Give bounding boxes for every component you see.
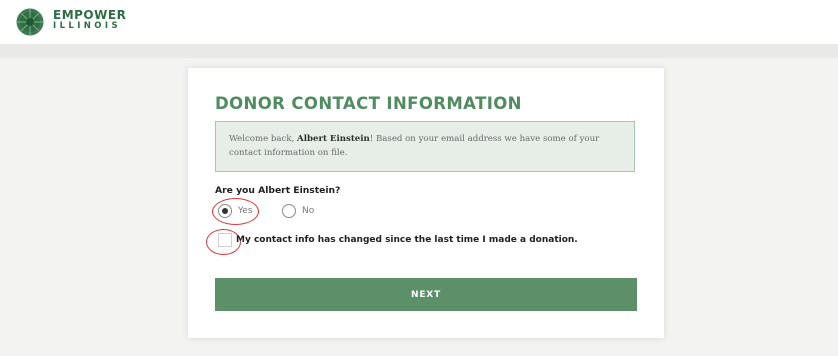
brand-logo-text[interactable]: EMPOWER ILLINOIS [53,8,127,32]
brand-name: EMPOWER [53,8,127,22]
empower-leaf-burst-icon[interactable] [16,8,44,36]
next-button[interactable]: NEXT [215,278,637,311]
brand-region: ILLINOIS [53,21,121,31]
radio-no[interactable]: No [282,202,314,220]
form-title: DONOR CONTACT INFORMATION [215,94,522,113]
donor-contact-card: DONOR CONTACT INFORMATION Welcome back, … [188,68,664,338]
header-shadow-band [0,44,838,58]
notice-donor-name: Albert Einstein [297,134,370,144]
notice-prefix: Welcome back, [229,134,298,144]
annotation-circle-yes [212,198,259,225]
contact-changed-label[interactable]: My contact info has changed since the la… [236,235,578,245]
welcome-notice: Welcome back, Albert Einstein! Based on … [215,121,635,172]
radio-no-circle[interactable] [282,204,296,218]
identity-question: Are you Albert Einstein? [215,185,341,196]
header-bar: EMPOWER ILLINOIS [0,0,838,44]
radio-no-label: No [302,206,315,216]
